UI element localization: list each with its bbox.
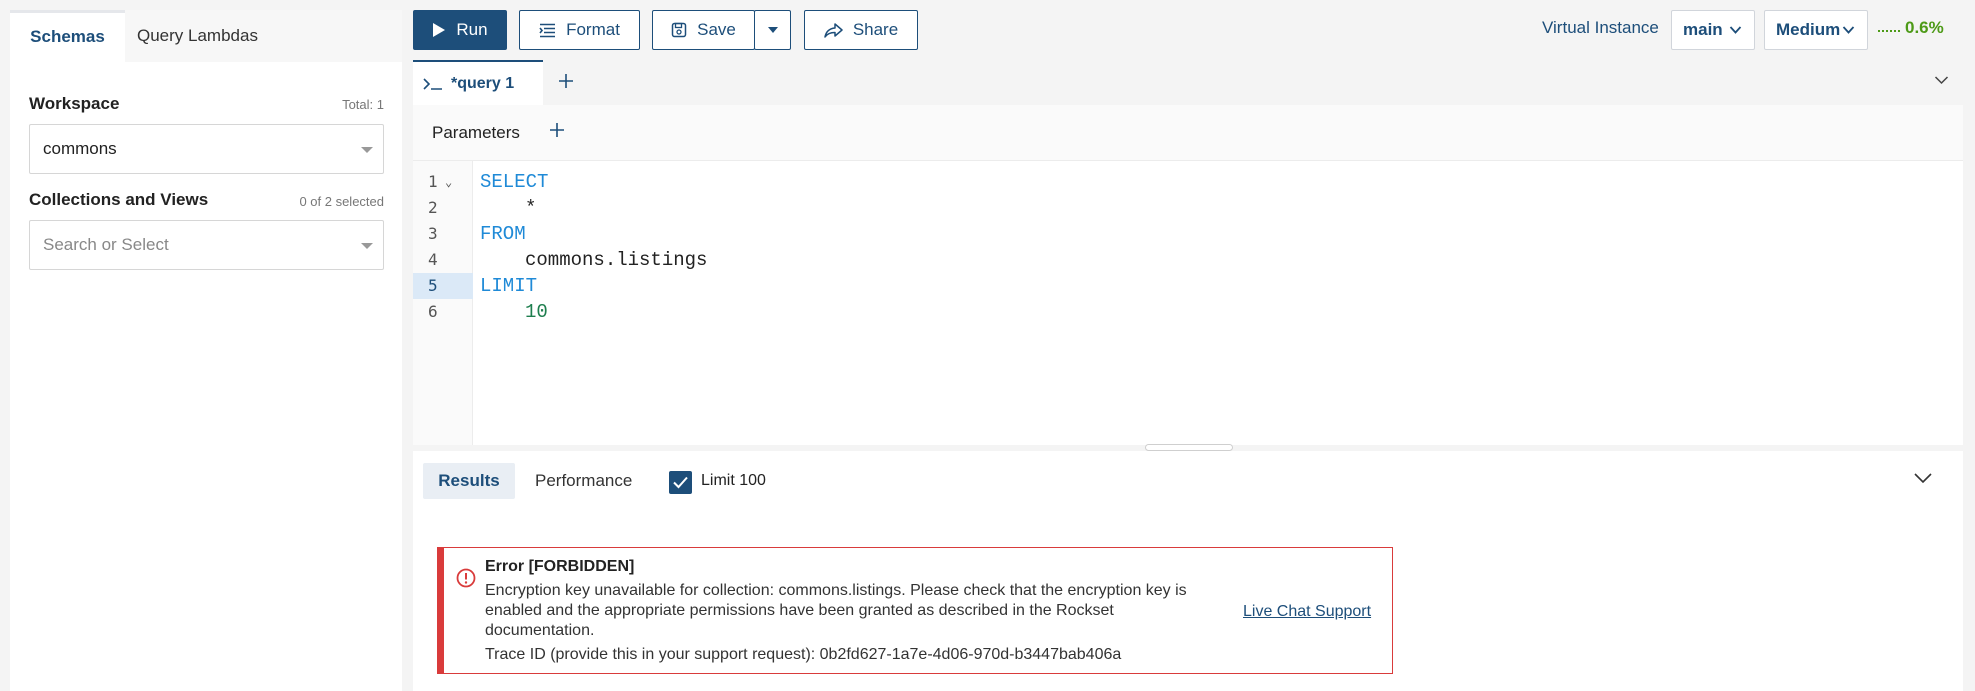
chevron-down-icon xyxy=(767,27,778,33)
collections-label: Collections and Views xyxy=(29,190,209,209)
tab-query-1[interactable]: *query 1 xyxy=(413,60,543,105)
live-chat-support-link[interactable]: Live Chat Support xyxy=(1243,603,1371,621)
workspace-total: Total: 1 xyxy=(342,97,384,112)
size-value: Medium xyxy=(1776,20,1841,39)
limit-checkbox[interactable] xyxy=(669,471,692,494)
parameters-label: Parameters xyxy=(432,123,520,142)
share-label: Share xyxy=(852,20,899,39)
collections-select[interactable]: Search or Select xyxy=(29,220,384,270)
line-number: 4 xyxy=(428,250,438,269)
size-dropdown[interactable]: Medium xyxy=(1764,10,1868,50)
workspace-label: Workspace xyxy=(29,94,120,113)
limit-label: Limit 100 xyxy=(701,472,766,489)
code-line-star: * xyxy=(525,197,537,219)
save-button[interactable]: Save xyxy=(652,10,755,50)
workspace-select[interactable]: commons xyxy=(29,124,384,174)
tab-schemas[interactable]: Schemas xyxy=(10,10,125,62)
line-number: 2 xyxy=(428,198,438,217)
run-button[interactable]: Run xyxy=(413,10,507,50)
line-number-gutter: 1 ⌄ 2 3 4 5 6 xyxy=(413,161,473,445)
line-number: 3 xyxy=(428,224,438,243)
virtual-instance-label: Virtual Instance xyxy=(1542,18,1659,37)
tab-performance[interactable]: Performance xyxy=(535,463,632,499)
code-line-limit: LIMIT xyxy=(480,275,538,297)
parameters-bar: Parameters xyxy=(413,105,1963,161)
play-icon xyxy=(433,23,446,37)
collapse-tabs-chevron-icon[interactable] xyxy=(1934,74,1949,86)
schema-panel-body: Workspace Total: 1 commons Collections a… xyxy=(10,62,402,691)
save-icon xyxy=(671,22,687,38)
collections-placeholder: Search or Select xyxy=(43,235,169,254)
code-line-select: SELECT xyxy=(480,171,549,193)
error-message: Encryption key unavailable for collectio… xyxy=(485,582,1187,639)
error-trace-id: Trace ID (provide this in your support r… xyxy=(485,646,1122,663)
share-button[interactable]: Share xyxy=(804,10,918,50)
format-label: Format xyxy=(566,20,620,39)
collections-selected-count: 0 of 2 selected xyxy=(299,194,384,209)
left-tabs: Schemas Query Lambdas xyxy=(10,10,402,62)
caret-down-icon xyxy=(361,147,373,153)
code-line-from: FROM xyxy=(480,223,526,245)
query-tabs: *query 1 xyxy=(413,60,1963,105)
format-icon xyxy=(539,23,556,37)
check-icon xyxy=(673,476,688,489)
usage-percent: 0.6% xyxy=(1905,18,1944,37)
line-number: 1 ⌄ xyxy=(413,169,473,195)
tab-query-lambdas[interactable]: Query Lambdas xyxy=(137,10,258,62)
terminal-icon xyxy=(423,77,442,90)
query-tab-label: *query 1 xyxy=(451,74,515,92)
sql-editor[interactable]: 1 ⌄ 2 3 4 5 6 SELECT * FROM commons.listi… xyxy=(413,161,1963,445)
instance-dropdown[interactable]: main xyxy=(1671,10,1755,50)
results-panel: Results Performance Limit 100 Error [FOR… xyxy=(413,451,1963,691)
caret-down-icon xyxy=(361,243,373,249)
usage-sparkline xyxy=(1878,30,1900,32)
format-button[interactable]: Format xyxy=(519,10,640,50)
plus-icon xyxy=(550,123,564,137)
tab-results[interactable]: Results xyxy=(423,463,515,499)
error-title: Error [FORBIDDEN] xyxy=(485,558,635,575)
share-icon xyxy=(824,22,843,38)
line-number: 6 xyxy=(428,302,438,321)
error-banner: Error [FORBIDDEN] Encryption key unavail… xyxy=(437,547,1393,674)
chevron-down-icon xyxy=(1842,26,1855,34)
instance-value: main xyxy=(1683,20,1723,39)
chevron-down-icon xyxy=(1729,26,1742,34)
error-icon xyxy=(456,568,476,588)
plus-icon xyxy=(559,74,573,88)
save-options-button[interactable] xyxy=(754,10,791,50)
line-number-active: 5 xyxy=(413,273,473,299)
collapse-results-chevron-icon[interactable] xyxy=(1913,471,1933,485)
editor-resize-handle[interactable] xyxy=(1145,444,1233,451)
save-label: Save xyxy=(697,20,736,39)
code-line-table: commons.listings xyxy=(525,249,708,271)
add-parameter-button[interactable] xyxy=(549,119,565,143)
code-line-limit-value: 10 xyxy=(525,301,548,323)
fold-chevron-icon[interactable]: ⌄ xyxy=(445,169,452,195)
add-query-tab-button[interactable] xyxy=(558,70,574,94)
schema-panel: Schemas Query Lambdas Workspace Total: 1… xyxy=(10,10,402,691)
workspace-value: commons xyxy=(43,139,117,158)
run-label: Run xyxy=(456,20,488,39)
